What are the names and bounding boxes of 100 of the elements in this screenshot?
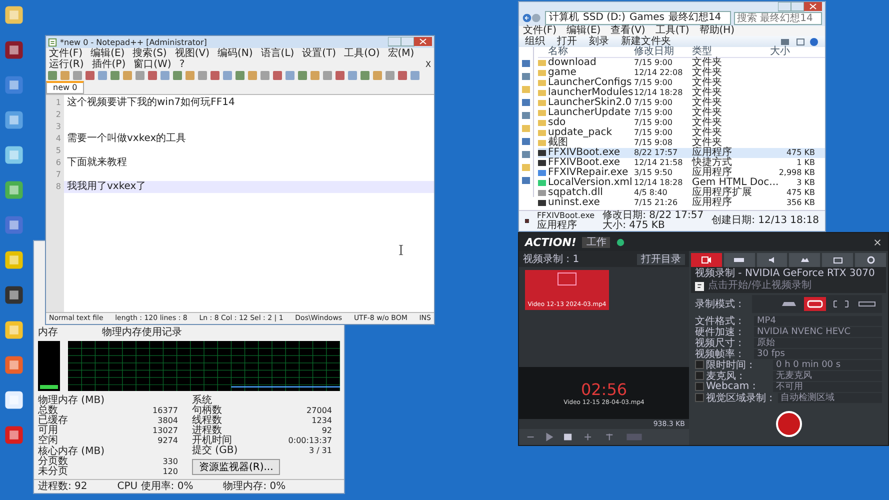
line-number: 2	[56, 109, 61, 121]
file-row[interactable]: LauncherUpdate 7/15 9:00 文件夹	[538, 108, 825, 118]
file-row[interactable]: update_pack 7/15 9:00 文件夹	[538, 128, 825, 138]
setting-dropdown[interactable]: 30 fps	[754, 348, 882, 358]
address-bar[interactable]: 计算机 SSD (D:) Games 最终幻想14	[545, 11, 731, 25]
toolbar-button[interactable]: 打开	[557, 36, 577, 47]
column-header[interactable]: 名称	[538, 47, 634, 57]
setting-dropdown[interactable]: 自动检测区域	[778, 392, 882, 402]
breadcrumb[interactable]: 计算机	[549, 12, 579, 24]
breadcrumb[interactable]: SSD (D:)	[583, 12, 626, 24]
breadcrumb[interactable]: 最终幻想14	[668, 12, 722, 24]
file-row[interactable]: download 7/15 9:00 文件夹	[538, 58, 825, 68]
window-icon	[857, 299, 877, 309]
mode-tab[interactable]	[789, 253, 820, 267]
close-document-button[interactable]: X	[426, 59, 431, 70]
menu-item[interactable]: 编码(N)	[218, 48, 253, 59]
menu-item[interactable]: 文件(F)	[523, 26, 557, 36]
close-icon[interactable]	[873, 238, 882, 246]
setting-dropdown[interactable]: 不可用	[773, 382, 882, 392]
toolbar-button[interactable]: 新建文件夹	[621, 36, 671, 47]
capture-mode-button[interactable]	[804, 297, 826, 311]
file-row[interactable]: FFXIVBoot.exe 12/14 21:58 快捷方式 1 KB	[538, 158, 825, 168]
checkbox[interactable]	[695, 393, 704, 402]
desktop-shortcut-icon[interactable]	[3, 424, 25, 446]
desktop-shortcut-icon[interactable]	[3, 74, 25, 96]
status-text: 物理内存: 0%	[223, 481, 286, 492]
menu-item[interactable]: 工具(O)	[344, 48, 380, 59]
file-row[interactable]: LocalVersion.xml 12/14 18:28 Gem HTML Doc... 3 KB	[538, 178, 825, 188]
file-row[interactable]: sdo 7/15 9:00 文件夹	[538, 118, 825, 128]
menu-item[interactable]: 窗口(W)	[134, 59, 172, 70]
menu-item[interactable]: 文件(F)	[49, 48, 83, 59]
file-row[interactable]: FFXIVRepair.exe 3/15 9:50 应用程序 2,998 KB	[538, 168, 825, 178]
desktop-shortcut-icon[interactable]	[3, 214, 25, 236]
desktop-shortcut-icon[interactable]	[3, 249, 25, 271]
mode-tab[interactable]	[822, 253, 854, 267]
file-row[interactable]: FFXIVBoot.exe 8/22 17:57 应用程序 475 KB	[538, 148, 825, 158]
desktop-shortcut-icon[interactable]	[3, 144, 25, 166]
stat-value: 120	[162, 467, 178, 477]
file-row[interactable]: LauncherSkin2.0 7/15 9:00 文件夹	[538, 98, 825, 108]
setting-dropdown[interactable]: 0 h 0 min 00 s	[773, 360, 882, 370]
menu-item[interactable]: 语言(L)	[260, 48, 294, 59]
fullscreen-icon	[805, 299, 825, 309]
setting-label: 文件格式 :	[695, 314, 743, 326]
column-header[interactable]: 类型	[692, 47, 770, 57]
menu-item[interactable]: 视图(V)	[174, 48, 210, 59]
mode-tab[interactable]	[691, 253, 722, 267]
checkbox[interactable]	[695, 371, 704, 380]
mode-tab[interactable]	[756, 253, 788, 267]
navigation-pane-drawing[interactable]	[519, 47, 534, 197]
desktop-shortcut-icon[interactable]	[3, 354, 25, 376]
menu-item[interactable]: ?	[179, 59, 185, 70]
playback-toolbar-drawing[interactable]	[519, 429, 689, 445]
desktop-shortcut-icon[interactable]	[3, 4, 25, 26]
menu-item[interactable]: 运行(R)	[49, 59, 84, 70]
desktop-shortcut-icon[interactable]	[3, 319, 25, 341]
setting-dropdown[interactable]: 无麦克风	[773, 370, 882, 380]
setting-dropdown[interactable]: MP4	[754, 316, 882, 326]
menu-item[interactable]: 查看(V)	[610, 26, 646, 36]
file-row[interactable]: uninst.exe 7/15 21:26 应用程序 356 KB	[538, 198, 825, 208]
breadcrumb[interactable]: Games	[629, 12, 664, 24]
line-number: 4	[56, 133, 61, 145]
menu-item[interactable]: 宏(M)	[388, 48, 414, 59]
file-row[interactable]: game 12/14 22:08 文件夹	[538, 68, 825, 78]
setting-dropdown[interactable]: NVIDIA NVENC HEVC	[754, 326, 882, 336]
window-controls-icon[interactable]	[778, 2, 822, 12]
menu-item[interactable]: 设置(T)	[302, 48, 336, 59]
menu-item[interactable]: 搜索(S)	[132, 48, 167, 59]
toolbar-button[interactable]: 组织	[525, 36, 545, 47]
desktop-shortcut-icon[interactable]	[3, 179, 25, 201]
mode-tab[interactable]	[855, 253, 886, 267]
desktop-shortcut-icon[interactable]	[3, 284, 25, 306]
search-field[interactable]: 搜索 最终幻想14	[734, 12, 822, 24]
setting-dropdown[interactable]: 原始	[754, 338, 882, 348]
window-controls-icon[interactable]	[388, 37, 432, 47]
view-options-icon[interactable]	[779, 36, 819, 46]
menu-item[interactable]: 工具(T)	[655, 26, 690, 36]
record-button[interactable]	[776, 411, 802, 437]
desktop-shortcut-icon[interactable]	[3, 109, 25, 131]
document-tab[interactable]: new 0	[46, 81, 84, 94]
column-header[interactable]: 大小	[770, 47, 815, 57]
back-forward-icon[interactable]	[522, 13, 542, 23]
checkbox[interactable]	[695, 382, 704, 391]
menu-item[interactable]: 帮助(H)	[699, 26, 735, 36]
desktop-shortcut-icon[interactable]	[3, 389, 25, 411]
resource-monitor-button[interactable]: 资源监视器(R)...	[192, 459, 280, 475]
file-row[interactable]: launcherModules12/14 18:28 文件夹	[538, 88, 825, 98]
menu-item[interactable]: 编辑(E)	[566, 26, 601, 36]
file-row[interactable]: LauncherConfigs 7/15 9:00 文件夹	[538, 78, 825, 88]
device-label: 视频录制 - NVIDIA GeForce RTX 3070	[695, 268, 876, 280]
mode-tab[interactable]	[724, 253, 755, 267]
file-row[interactable]: 截图 7/15 9:08 文件夹	[538, 138, 825, 148]
video-icon	[557, 272, 577, 286]
desktop-shortcut-icon[interactable]	[3, 39, 25, 61]
file-row[interactable]: sqpatch.dll 4/5 8:40 应用程序扩展 475 KB	[538, 188, 825, 198]
column-header[interactable]: 修改日期	[634, 47, 692, 57]
checkbox[interactable]	[695, 360, 704, 369]
toolbar-button[interactable]: 刻录	[589, 36, 609, 47]
menu-item[interactable]: 插件(P)	[92, 59, 126, 70]
menu-item[interactable]: 编辑(E)	[90, 48, 125, 59]
open-folder-button[interactable]: 打开目录	[637, 254, 685, 264]
